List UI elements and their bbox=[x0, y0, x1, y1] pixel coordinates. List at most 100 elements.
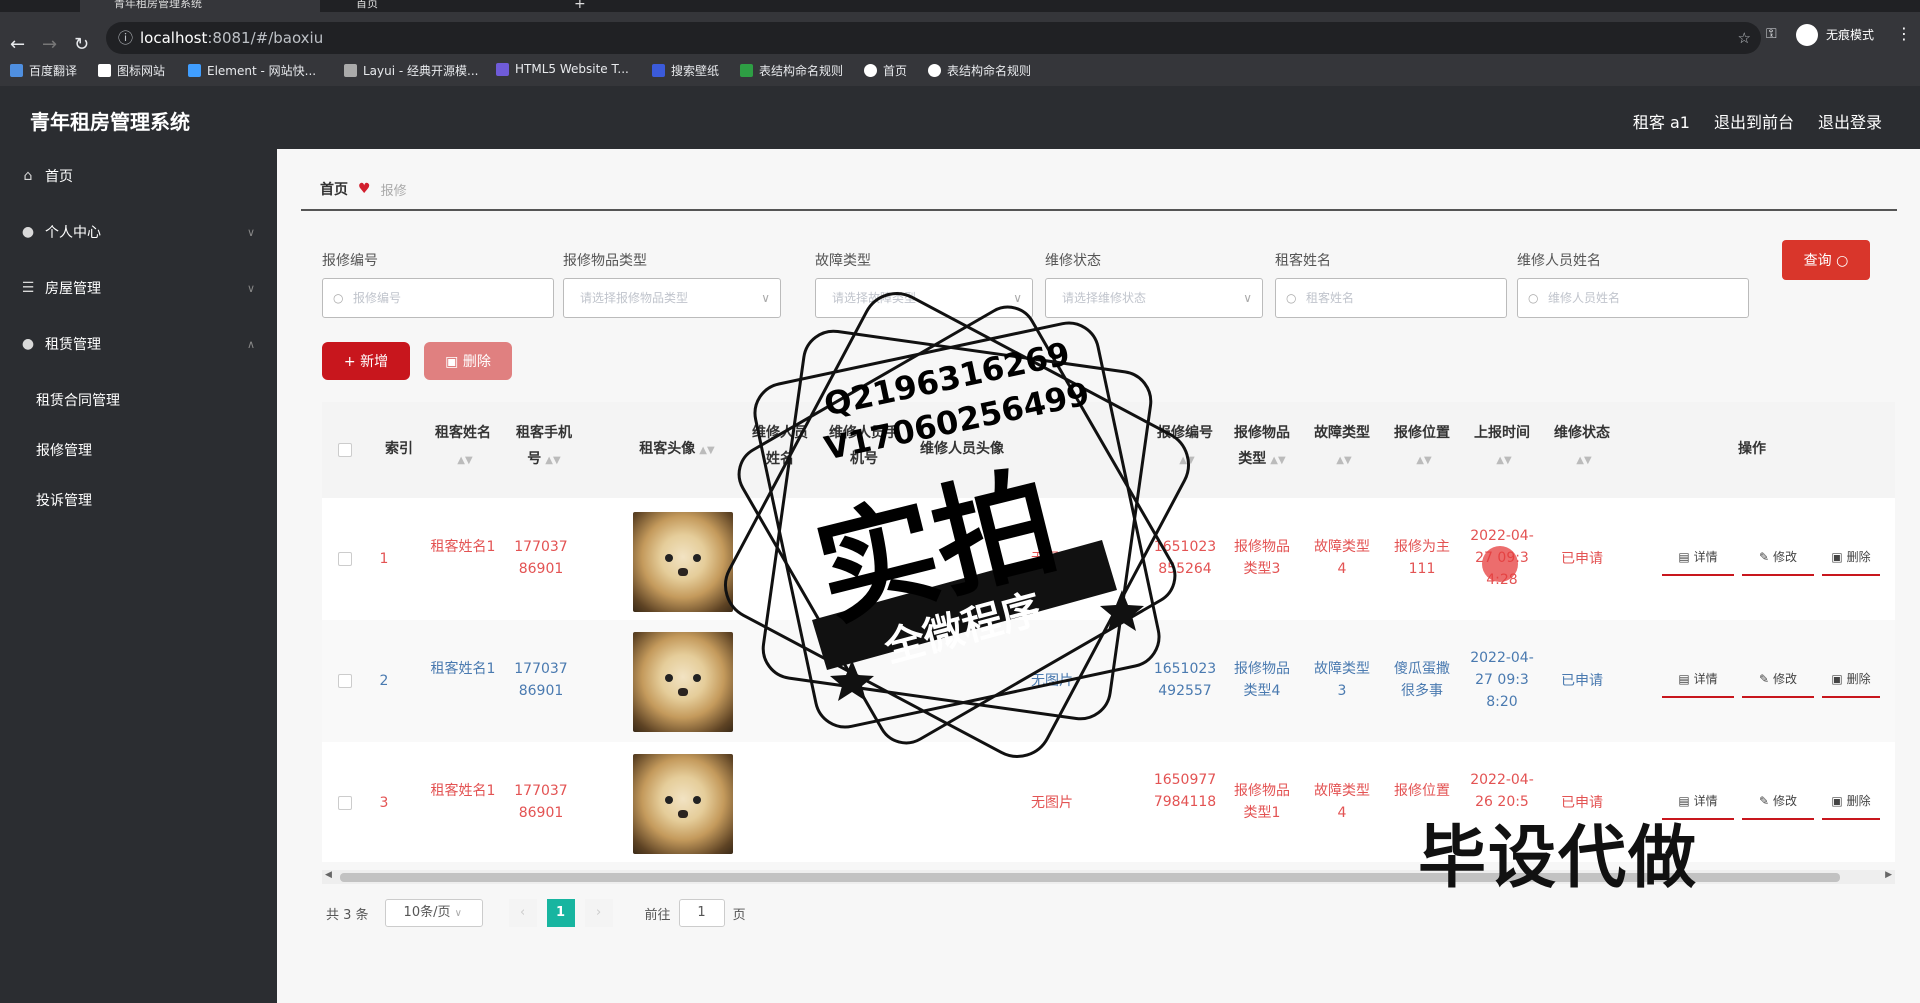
detail-button[interactable]: ▤ 详情 bbox=[1662, 540, 1734, 576]
select-placeholder: 请选择报修物品类型 bbox=[580, 291, 689, 305]
col-header[interactable]: 报修编号 ▲▼ bbox=[1150, 420, 1220, 474]
browser-tab-1[interactable]: 青年租房管理系统 bbox=[80, 0, 320, 12]
prev-page-button[interactable]: ‹ bbox=[508, 899, 537, 927]
filter-code-input[interactable]: ○ 报修编号 bbox=[322, 278, 554, 318]
filter-tenant-input[interactable]: ○ 租客姓名 bbox=[1275, 278, 1507, 318]
pencil-icon: ✎ bbox=[1759, 794, 1770, 808]
tenant-avatar[interactable] bbox=[633, 512, 733, 612]
filter-status-select[interactable]: 请选择维修状态 ∨ bbox=[1045, 278, 1263, 318]
filter-repairer-input[interactable]: ○ 维修人员姓名 bbox=[1517, 278, 1749, 318]
batch-delete-button[interactable]: ▣ 删除 bbox=[424, 342, 512, 380]
back-to-front-link[interactable]: 退出到前台 bbox=[1714, 109, 1794, 133]
bookmark-label: 表结构命名规则 bbox=[759, 64, 844, 78]
bookmark-item[interactable]: Layui - 经典开源模... bbox=[344, 62, 478, 79]
user-name-link[interactable]: 租客 a1 bbox=[1633, 109, 1690, 133]
col-header[interactable]: 维修状态 ▲▼ bbox=[1550, 420, 1614, 474]
col-header[interactable]: 故障类型 ▲▼ bbox=[1310, 420, 1374, 474]
table-row[interactable]: 2 租客姓名1 17703786901 无图片 1651023492557 报修… bbox=[322, 620, 1895, 742]
table-row[interactable]: 1 租客姓名1 17703786901 无图片 1651023855264 报修… bbox=[322, 498, 1895, 620]
tenant-avatar[interactable] bbox=[633, 632, 733, 732]
col-header[interactable]: 租客头像 ▲▼ bbox=[622, 436, 732, 464]
row-checkbox[interactable] bbox=[338, 796, 352, 810]
repair-table: 索引 租客姓名 ▲▼ 租客手机号 ▲▼ 租客头像 ▲▼ 维修人员姓名 维修人员手机号 … bbox=[322, 402, 1895, 862]
info-icon: ⓘ bbox=[118, 29, 134, 47]
page-number-current[interactable]: 1 bbox=[546, 899, 575, 927]
search-icon: ○ bbox=[1836, 253, 1849, 269]
bookmark-item[interactable]: Element - 网站快... bbox=[188, 62, 316, 79]
bookmark-item[interactable]: 百度翻译 bbox=[10, 62, 77, 79]
cell-phone: 17703786901 bbox=[514, 783, 568, 821]
app-header: 青年租房管理系统 租客 a1 退出到前台 退出登录 bbox=[0, 89, 1920, 149]
profile-label[interactable]: 无痕模式 bbox=[1826, 26, 1874, 43]
bookmark-item[interactable]: 表结构命名规则 bbox=[928, 62, 1031, 79]
back-icon[interactable]: ← bbox=[10, 36, 25, 54]
add-button[interactable]: + 新增 bbox=[322, 342, 410, 380]
bookmark-item[interactable]: 首页 bbox=[864, 62, 907, 79]
next-page-button[interactable]: › bbox=[584, 899, 613, 927]
delete-button[interactable]: ▣ 删除 bbox=[1822, 540, 1880, 576]
row-checkbox[interactable] bbox=[338, 674, 352, 688]
col-header[interactable]: 维修人员头像 bbox=[912, 436, 1012, 462]
edit-button[interactable]: ✎ 修改 bbox=[1742, 662, 1814, 698]
key-icon[interactable]: ⚿ bbox=[1766, 26, 1777, 42]
address-bar[interactable]: ⓘ localhost:8081/#/baoxiu ☆ bbox=[106, 22, 1761, 54]
menu-icon[interactable]: ⋮ bbox=[1896, 24, 1912, 43]
page-size-select[interactable]: 10条/页 ∨ bbox=[384, 899, 483, 927]
browser-tab-2[interactable]: 首页 bbox=[330, 0, 550, 12]
sidebar-item-home[interactable]: ⌂ 首页 bbox=[0, 161, 277, 191]
bookmark-item[interactable]: 搜索壁纸 bbox=[652, 62, 719, 79]
trash-icon: ▣ bbox=[1831, 672, 1843, 686]
filter-fault-select[interactable]: 请选择故障类型 ∨ bbox=[815, 278, 1033, 318]
edit-button[interactable]: ✎ 修改 bbox=[1742, 784, 1814, 820]
cell-code: 1651023492557 bbox=[1153, 661, 1217, 699]
col-header-label: 报修位置 bbox=[1394, 425, 1450, 441]
col-header[interactable]: 租客姓名 ▲▼ bbox=[430, 420, 496, 474]
delete-button[interactable]: ▣ 删除 bbox=[1822, 784, 1880, 820]
col-header[interactable]: 维修人员姓名 bbox=[750, 420, 810, 472]
logout-link[interactable]: 退出登录 bbox=[1818, 109, 1882, 133]
bookmark-item[interactable]: 图标网站 bbox=[98, 62, 165, 79]
sidebar-item-profile[interactable]: ● 个人中心 ∨ bbox=[0, 217, 277, 247]
goto-page-input[interactable]: 1 bbox=[678, 899, 725, 927]
edit-button[interactable]: ✎ 修改 bbox=[1742, 540, 1814, 576]
sidebar-subitem-contract[interactable]: 租赁合同管理 bbox=[36, 390, 120, 410]
scroll-left-icon[interactable]: ◀ bbox=[325, 870, 332, 880]
avatar-nose bbox=[678, 568, 688, 576]
search-icon: ○ bbox=[1286, 291, 1297, 305]
delete-button[interactable]: ▣ 删除 bbox=[1822, 662, 1880, 698]
layui-icon bbox=[344, 64, 357, 77]
scroll-right-icon[interactable]: ▶ bbox=[1885, 870, 1892, 880]
cell-status: 已申请 bbox=[1561, 673, 1603, 689]
col-header[interactable]: 报修物品类型 ▲▼ bbox=[1230, 420, 1294, 474]
col-header[interactable]: 上报时间 ▲▼ bbox=[1470, 420, 1534, 474]
wallpaper-icon bbox=[652, 64, 665, 77]
sort-icon: ▲▼ bbox=[1576, 455, 1592, 466]
col-header[interactable]: 租客手机号 ▲▼ bbox=[510, 420, 578, 474]
row-checkbox[interactable] bbox=[338, 552, 352, 566]
new-tab-button[interactable]: + bbox=[574, 0, 594, 12]
reload-icon[interactable]: ↻ bbox=[74, 36, 89, 54]
tenant-avatar[interactable] bbox=[633, 754, 733, 854]
sidebar-subitem-repair[interactable]: 报修管理 bbox=[36, 440, 92, 460]
select-all-checkbox[interactable] bbox=[338, 443, 352, 457]
cell-status: 已申请 bbox=[1561, 551, 1603, 567]
sidebar-subitem-complaint[interactable]: 投诉管理 bbox=[36, 490, 92, 510]
forward-icon[interactable]: → bbox=[42, 36, 57, 54]
col-header[interactable]: 报修位置 ▲▼ bbox=[1390, 420, 1454, 474]
sidebar-item-house[interactable]: ☰ 房屋管理 ∨ bbox=[0, 273, 277, 303]
filter-item-type-select[interactable]: 请选择报修物品类型 ∨ bbox=[563, 278, 781, 318]
breadcrumb-home[interactable]: 首页 bbox=[320, 179, 348, 199]
bookmark-item[interactable]: HTML5 Website T... bbox=[496, 62, 629, 76]
cell-time: 2022-04-27 09:38:20 bbox=[1470, 650, 1534, 710]
bookmark-item[interactable]: 表结构命名规则 bbox=[740, 62, 843, 79]
query-button[interactable]: 查询 ○ bbox=[1782, 240, 1870, 280]
star-icon[interactable]: ☆ bbox=[1738, 22, 1751, 54]
col-header-label: 租客姓名 bbox=[435, 425, 491, 441]
sort-icon: ▲▼ bbox=[699, 445, 715, 456]
detail-button[interactable]: ▤ 详情 bbox=[1662, 662, 1734, 698]
col-header-label: 维修人员头像 bbox=[920, 441, 1004, 457]
search-icon: ○ bbox=[1528, 291, 1539, 305]
col-header[interactable]: 维修人员手机号 bbox=[826, 420, 902, 472]
sidebar-item-label: 首页 bbox=[45, 169, 73, 185]
sidebar-item-lease[interactable]: ● 租赁管理 ∧ bbox=[0, 329, 277, 359]
